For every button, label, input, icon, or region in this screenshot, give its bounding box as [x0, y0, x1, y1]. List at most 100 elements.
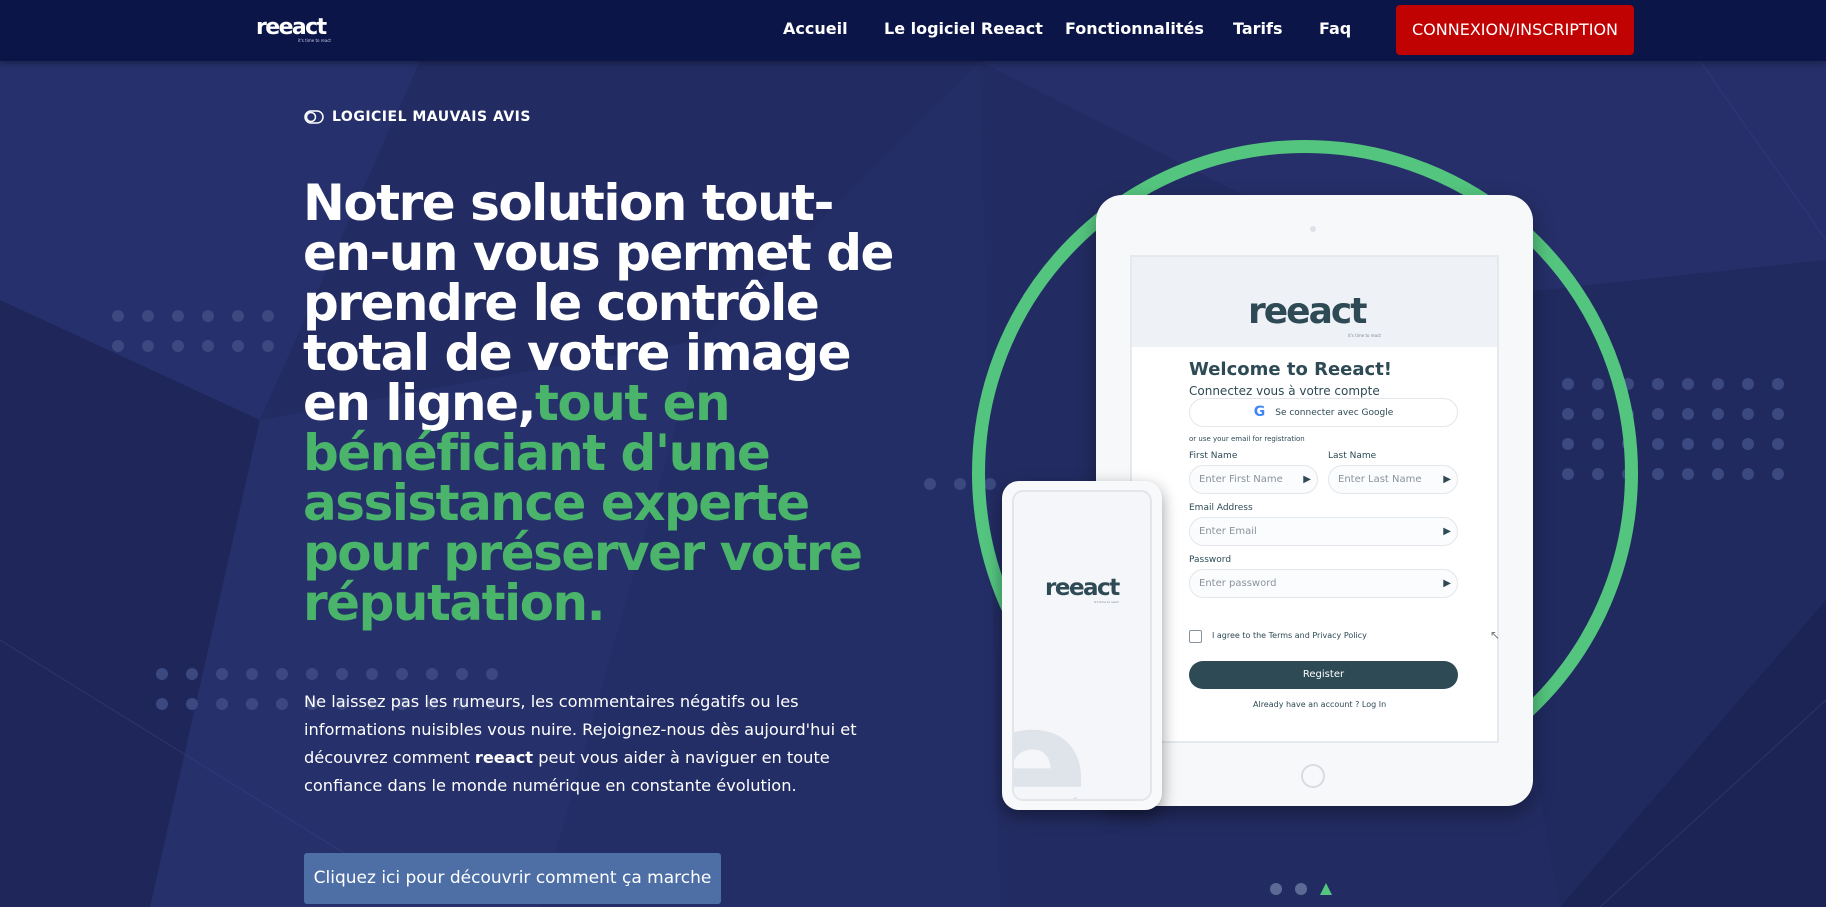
phone-logo: reeact: [1045, 575, 1120, 601]
agree-checkbox[interactable]: [1189, 630, 1202, 643]
welcome-subtitle: Connectez vous à votre compte: [1189, 384, 1380, 398]
background-dot: [276, 668, 288, 680]
tablet-screen: reeact it's time to react Welcome to Ree…: [1130, 255, 1499, 743]
background-dot: [486, 668, 498, 680]
background-dot: [336, 668, 348, 680]
background-dot: [1712, 438, 1724, 450]
background-dot: [1682, 468, 1694, 480]
input-arrow-icon: ▶: [1443, 474, 1451, 485]
background-dot: [216, 698, 228, 710]
background-dot: [924, 478, 936, 490]
background-dot: [246, 668, 258, 680]
background-dot: [1742, 438, 1754, 450]
input-arrow-icon: ▶: [1443, 526, 1451, 537]
reeact-logo[interactable]: reeact it's time to react: [256, 15, 331, 45]
background-dot: [1652, 438, 1664, 450]
login-link[interactable]: Log In: [1362, 700, 1386, 709]
nav-link-accueil[interactable]: Accueil: [783, 19, 848, 38]
password-input[interactable]: Enter password ▶: [1189, 569, 1458, 598]
welcome-title: Welcome to Reeact!: [1189, 359, 1393, 380]
background-dot: [426, 668, 438, 680]
agree-text: I agree to the Terms and Privacy Policy: [1212, 631, 1367, 640]
first-name-placeholder: Enter First Name: [1199, 474, 1283, 485]
background-dot: [186, 698, 198, 710]
background-dot: [306, 668, 318, 680]
nav-link-fonctionnalites[interactable]: Fonctionnalités: [1065, 19, 1204, 38]
background-dot: [1682, 438, 1694, 450]
email-placeholder: Enter Email: [1199, 526, 1257, 537]
last-name-label: Last Name: [1328, 451, 1377, 461]
carousel-dot[interactable]: [1270, 883, 1282, 895]
background-dot: [366, 668, 378, 680]
background-dot: [232, 310, 244, 322]
google-signin-button[interactable]: G Se connecter avec Google: [1189, 398, 1458, 427]
screen-logo: reeact: [1248, 291, 1367, 332]
email-input[interactable]: Enter Email ▶: [1189, 517, 1458, 546]
nav-link-logiciel[interactable]: Le logiciel Reeact: [884, 19, 1043, 38]
screen-header: reeact it's time to react: [1132, 257, 1497, 347]
register-button[interactable]: Register: [1189, 661, 1458, 689]
background-dot: [1742, 408, 1754, 420]
logo-tagline: it's time to react: [298, 38, 331, 43]
input-arrow-icon: ▶: [1443, 578, 1451, 589]
background-dot: [1772, 408, 1784, 420]
tablet-camera: [1310, 226, 1316, 232]
background-dot: [396, 668, 408, 680]
discover-button[interactable]: Cliquez ici pour découvrir comment ça ma…: [304, 853, 721, 904]
background-dot: [1682, 378, 1694, 390]
background-dot: [186, 668, 198, 680]
carousel-dot[interactable]: [1295, 883, 1307, 895]
background-dot: [1652, 378, 1664, 390]
phone-screen: e reeact it's time to react: [1012, 490, 1152, 801]
last-name-input[interactable]: Enter Last Name ▶: [1328, 465, 1458, 494]
first-name-input[interactable]: Enter First Name ▶: [1189, 465, 1318, 494]
background-dot: [202, 340, 214, 352]
top-navbar: reeact it's time to react Accueil Le log…: [0, 0, 1826, 61]
password-placeholder: Enter password: [1199, 578, 1277, 589]
nav-link-faq[interactable]: Faq: [1319, 19, 1351, 38]
mouse-cursor-icon: ↖: [1490, 628, 1501, 642]
background-dot: [142, 310, 154, 322]
background-dot: [262, 310, 274, 322]
background-dot: [1652, 468, 1664, 480]
google-label: Se connecter avec Google: [1275, 408, 1394, 418]
carousel-dots: [1270, 883, 1332, 895]
tablet-home-button: [1301, 764, 1325, 788]
background-dot: [456, 668, 468, 680]
background-dot: [142, 340, 154, 352]
nav-link-tarifs[interactable]: Tarifs: [1233, 19, 1283, 38]
background-dot: [112, 310, 124, 322]
carousel-dot-active[interactable]: [1320, 883, 1332, 895]
phone-logo-tagline: it's time to react: [1094, 600, 1119, 604]
last-name-placeholder: Enter Last Name: [1338, 474, 1422, 485]
background-dot: [202, 310, 214, 322]
eyebrow-text: LOGICIEL MAUVAIS AVIS: [332, 109, 531, 125]
password-label: Password: [1189, 555, 1232, 565]
toggle-icon: [304, 110, 324, 124]
background-dot: [246, 698, 258, 710]
paragraph-brand: reeact: [474, 748, 534, 767]
screen-logo-tagline: it's time to react: [1348, 333, 1381, 338]
background-dot: [954, 478, 966, 490]
already-account: Already have an account ? Log In: [1253, 700, 1386, 709]
background-dot: [1652, 408, 1664, 420]
background-dot: [1712, 408, 1724, 420]
connexion-inscription-button[interactable]: CONNEXION/INSCRIPTION: [1396, 5, 1634, 55]
hero-eyebrow: LOGICIEL MAUVAIS AVIS: [304, 109, 531, 125]
background-dot: [216, 668, 228, 680]
background-dot: [1772, 438, 1784, 450]
background-dot: [1712, 378, 1724, 390]
background-dot: [156, 668, 168, 680]
input-arrow-icon: ▶: [1303, 474, 1311, 485]
background-dot: [112, 340, 124, 352]
background-dot: [172, 310, 184, 322]
phone-watermark: e: [1014, 682, 1089, 799]
already-text: Already have an account ?: [1253, 700, 1360, 709]
background-dot: [1712, 468, 1724, 480]
or-email-text: or use your email for registration: [1189, 435, 1305, 443]
background-dot: [1682, 408, 1694, 420]
hero-headline: Notre solution tout-en-un vous permet de…: [303, 178, 903, 628]
hero-paragraph: Ne laissez pas les rumeurs, les commenta…: [304, 688, 864, 800]
phone-mockup: e reeact it's time to react: [1002, 481, 1162, 810]
background-dot: [232, 340, 244, 352]
